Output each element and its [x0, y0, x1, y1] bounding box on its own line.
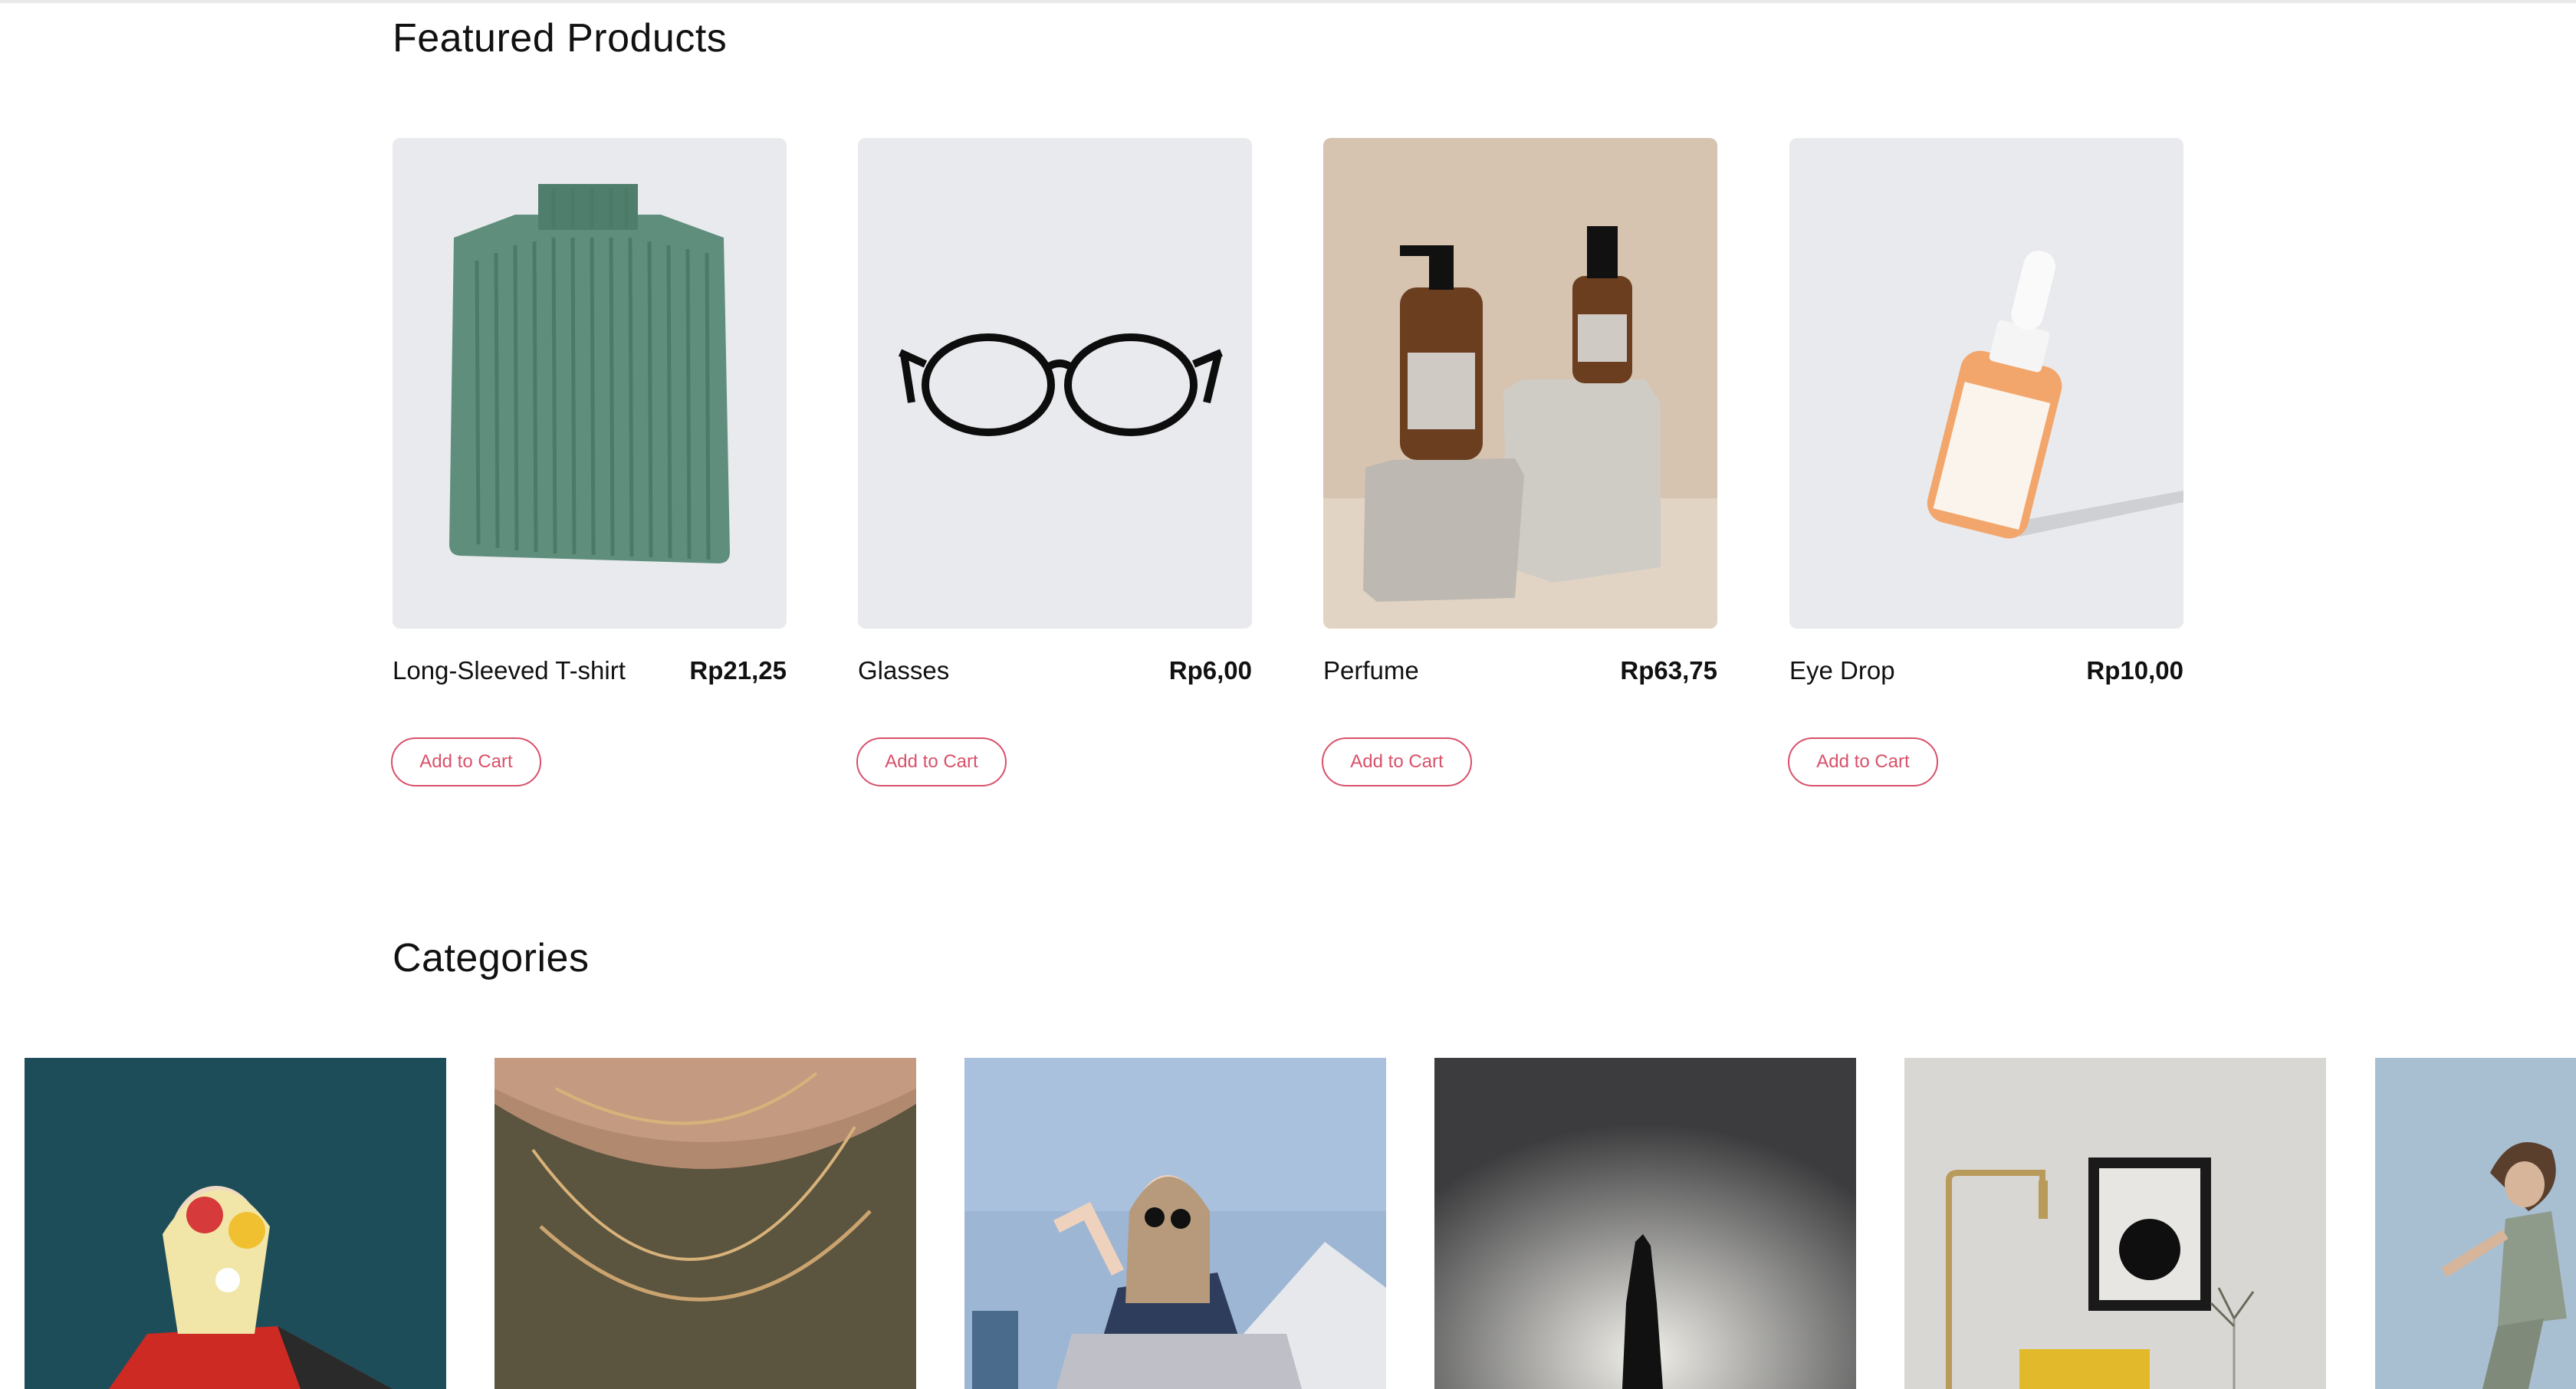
add-to-cart-button[interactable]: Add to Cart [391, 737, 541, 786]
add-to-cart-button[interactable]: Add to Cart [856, 737, 1007, 786]
category-card-necklaces[interactable] [495, 1058, 916, 1389]
product-image-glasses[interactable] [858, 138, 1252, 629]
product-price: Rp21,25 [689, 656, 787, 685]
categories-carousel[interactable] [0, 1058, 2576, 1389]
featured-products-grid: Long-Sleeved T-shirt Rp21,25 Add to Cart… [391, 138, 2183, 797]
category-card-woman-jumping[interactable] [2375, 1058, 2576, 1389]
product-card[interactable]: Glasses Rp6,00 Add to Cart [856, 138, 1252, 797]
product-card[interactable]: Eye Drop Rp10,00 Add to Cart [1788, 138, 2183, 797]
add-to-cart-button[interactable]: Add to Cart [1322, 737, 1472, 786]
categories-title: Categories [393, 936, 590, 980]
product-image-perfume[interactable] [1323, 138, 1717, 629]
product-card[interactable]: Perfume Rp63,75 Add to Cart [1322, 138, 1717, 797]
product-name[interactable]: Glasses [858, 656, 949, 685]
top-divider [0, 0, 2576, 3]
product-price: Rp6,00 [1168, 656, 1252, 685]
add-to-cart-button[interactable]: Add to Cart [1788, 737, 1938, 786]
product-image-sweater[interactable] [393, 138, 787, 629]
category-card-interior-lamp[interactable] [1904, 1058, 2326, 1389]
product-price: Rp10,00 [2086, 656, 2183, 685]
category-card-woman-sitting-sunglasses[interactable] [964, 1058, 1386, 1389]
product-card[interactable]: Long-Sleeved T-shirt Rp21,25 Add to Cart [391, 138, 787, 797]
product-image-eye-drop[interactable] [1789, 138, 2183, 629]
product-name[interactable]: Long-Sleeved T-shirt [393, 656, 626, 685]
featured-products-title: Featured Products [393, 16, 728, 61]
category-card-woman-flower-sunglasses[interactable] [25, 1058, 446, 1389]
product-price: Rp63,75 [1620, 656, 1717, 685]
category-card-silhouette-handstand[interactable] [1434, 1058, 1856, 1389]
product-name[interactable]: Eye Drop [1789, 656, 1895, 685]
product-name[interactable]: Perfume [1323, 656, 1419, 685]
